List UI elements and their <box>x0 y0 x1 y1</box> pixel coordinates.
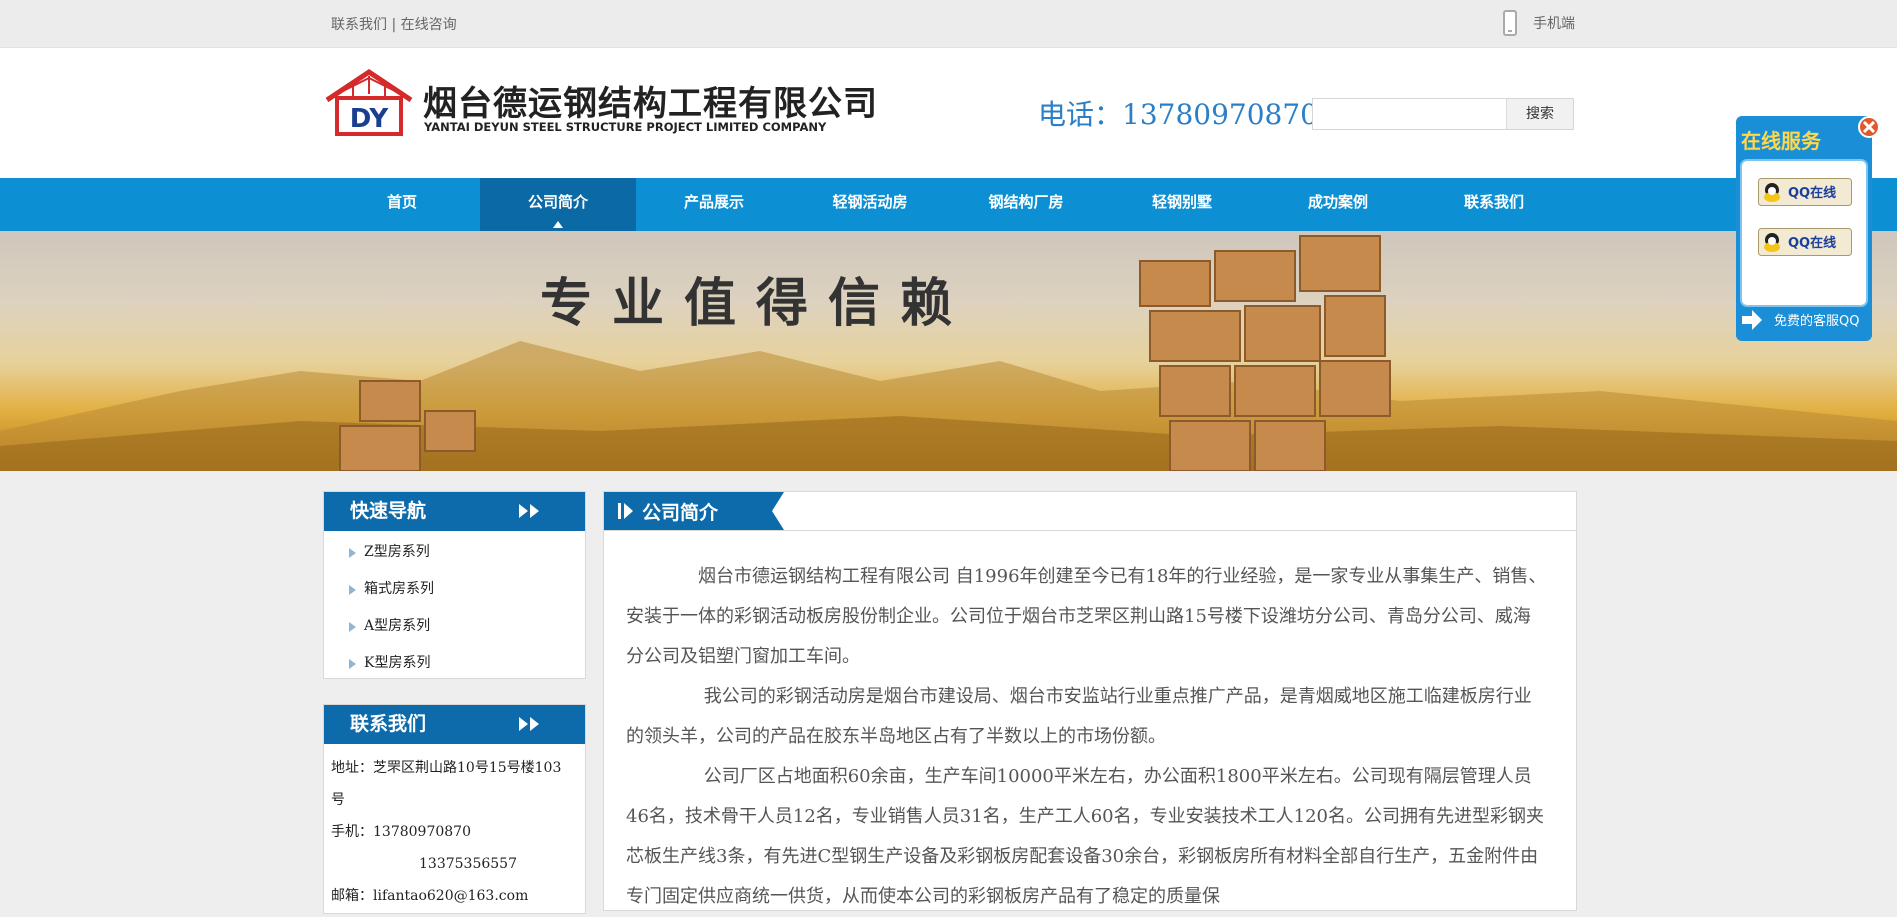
contact-panel: 联系我们 地址：芝罘区荆山路10号15号楼103 号 手机：1378097087… <box>323 704 586 914</box>
company-name-english: YANTAI DEYUN STEEL STRUCTURE PROJECT LIM… <box>424 120 827 134</box>
contact-details: 地址：芝罘区荆山路10号15号楼103 号 手机：13780970870 133… <box>324 744 585 912</box>
list-item[interactable]: Z型房系列 <box>324 535 585 572</box>
intro-paragraph: 公司厂区占地面积60余亩，生产车间10000平米左右，办公面积1800平米左右。… <box>626 766 1544 907</box>
quick-nav-header: 快速导航 <box>324 492 585 531</box>
banner-slogan: 专业值得信赖 <box>540 274 973 334</box>
contact-title: 联系我们 <box>350 713 427 735</box>
quick-nav-label[interactable]: Z型房系列 <box>364 544 430 560</box>
company-name: 烟台德运钢结构工程有限公司 <box>423 84 878 124</box>
service-footer: 免费的客服QQ <box>1774 313 1859 329</box>
quick-nav-label[interactable]: 箱式房系列 <box>364 581 434 597</box>
contact-mobile-2: 13375356557 <box>419 856 517 872</box>
qq-online-button-1[interactable]: QQ在线 <box>1758 178 1852 206</box>
qq-button-label: QQ在线 <box>1788 235 1836 251</box>
logo-letters: DY <box>350 104 390 134</box>
intro-paragraph: 烟台市德运钢结构工程有限公司 自1996年创建至今已有18年的行业经验，是一家专… <box>626 566 1547 667</box>
quick-nav-list: Z型房系列 箱式房系列 A型房系列 K型房系列 <box>324 531 585 683</box>
contact-header: 联系我们 <box>324 705 585 744</box>
top-links[interactable]: 联系我们 | 在线咨询 <box>331 14 457 34</box>
search-input[interactable] <box>1317 100 1511 130</box>
house-logo-icon: DY <box>325 68 413 136</box>
nav-item-steel-plant[interactable]: 钢结构厂房 <box>948 178 1104 231</box>
nav-item-light-steel-villa[interactable]: 轻钢别墅 <box>1104 178 1260 231</box>
quick-nav-panel: 快速导航 Z型房系列 箱式房系列 A型房系列 K型房系列 <box>323 491 586 679</box>
company-intro-header: 公司简介 <box>604 492 1576 531</box>
top-bar: 联系我们 | 在线咨询 手机端 <box>0 0 1897 48</box>
online-service-panel: 在线服务 免费的客服QQ QQ在线 QQ在线 <box>1736 116 1880 341</box>
nav-item-about[interactable]: 公司简介 <box>480 178 636 231</box>
header: DY 烟台德运钢结构工程有限公司 YANTAI DEYUN STEEL STRU… <box>0 48 1897 178</box>
mobile-version-link[interactable]: 手机端 <box>1503 10 1575 36</box>
company-logo[interactable]: DY 烟台德运钢结构工程有限公司 YANTAI DEYUN STEEL STRU… <box>323 68 877 138</box>
double-arrow-icon <box>519 504 539 518</box>
company-intro-text: 烟台市德运钢结构工程有限公司 自1996年创建至今已有18年的行业经验，是一家专… <box>604 531 1576 917</box>
company-intro-panel: 公司简介 烟台市德运钢结构工程有限公司 自1996年创建至今已有18年的行业经验… <box>603 491 1577 911</box>
hero-banner: 专业值得信赖 <box>0 231 1897 471</box>
contact-address: 地址：芝罘区荆山路10号15号楼103 <box>331 760 562 776</box>
contact-email[interactable]: 邮箱：lifantao620@163.com <box>331 880 579 912</box>
search-button[interactable]: 搜索 <box>1506 99 1573 129</box>
close-icon[interactable] <box>1858 116 1880 138</box>
nav-item-contact[interactable]: 联系我们 <box>1416 178 1572 231</box>
list-item[interactable]: K型房系列 <box>324 646 585 683</box>
qq-online-button-2[interactable]: QQ在线 <box>1758 228 1852 256</box>
mobile-label[interactable]: 手机端 <box>1533 13 1575 33</box>
search-box: 搜索 <box>1312 98 1574 130</box>
list-item[interactable]: A型房系列 <box>324 609 585 646</box>
nav-item-light-steel-housing[interactable]: 轻钢活动房 <box>792 178 948 231</box>
nav-item-home[interactable]: 首页 <box>324 178 480 231</box>
double-arrow-icon <box>519 717 539 731</box>
mobile-phone-icon <box>1503 10 1517 36</box>
list-item[interactable]: 箱式房系列 <box>324 572 585 609</box>
quick-nav-title: 快速导航 <box>350 500 427 522</box>
intro-paragraph: 我公司的彩钢活动房是烟台市建设局、烟台市安监站行业重点推广产品，是青烟威地区施工… <box>626 686 1532 747</box>
nav-item-products[interactable]: 产品展示 <box>636 178 792 231</box>
contact-address-cont: 号 <box>331 792 345 808</box>
qq-button-label: QQ在线 <box>1788 185 1836 201</box>
section-title: 公司简介 <box>642 502 719 524</box>
contact-mobile: 手机：13780970870 <box>331 824 471 840</box>
main-nav: 首页 公司简介 产品展示 轻钢活动房 钢结构厂房 轻钢别墅 成功案例 联系我们 <box>0 178 1897 231</box>
quick-nav-label[interactable]: A型房系列 <box>364 618 430 634</box>
quick-nav-label[interactable]: K型房系列 <box>364 655 430 671</box>
nav-item-cases[interactable]: 成功案例 <box>1260 178 1416 231</box>
service-title: 在线服务 <box>1741 129 1822 153</box>
phone-number: 电话：13780970870 <box>1038 98 1318 131</box>
